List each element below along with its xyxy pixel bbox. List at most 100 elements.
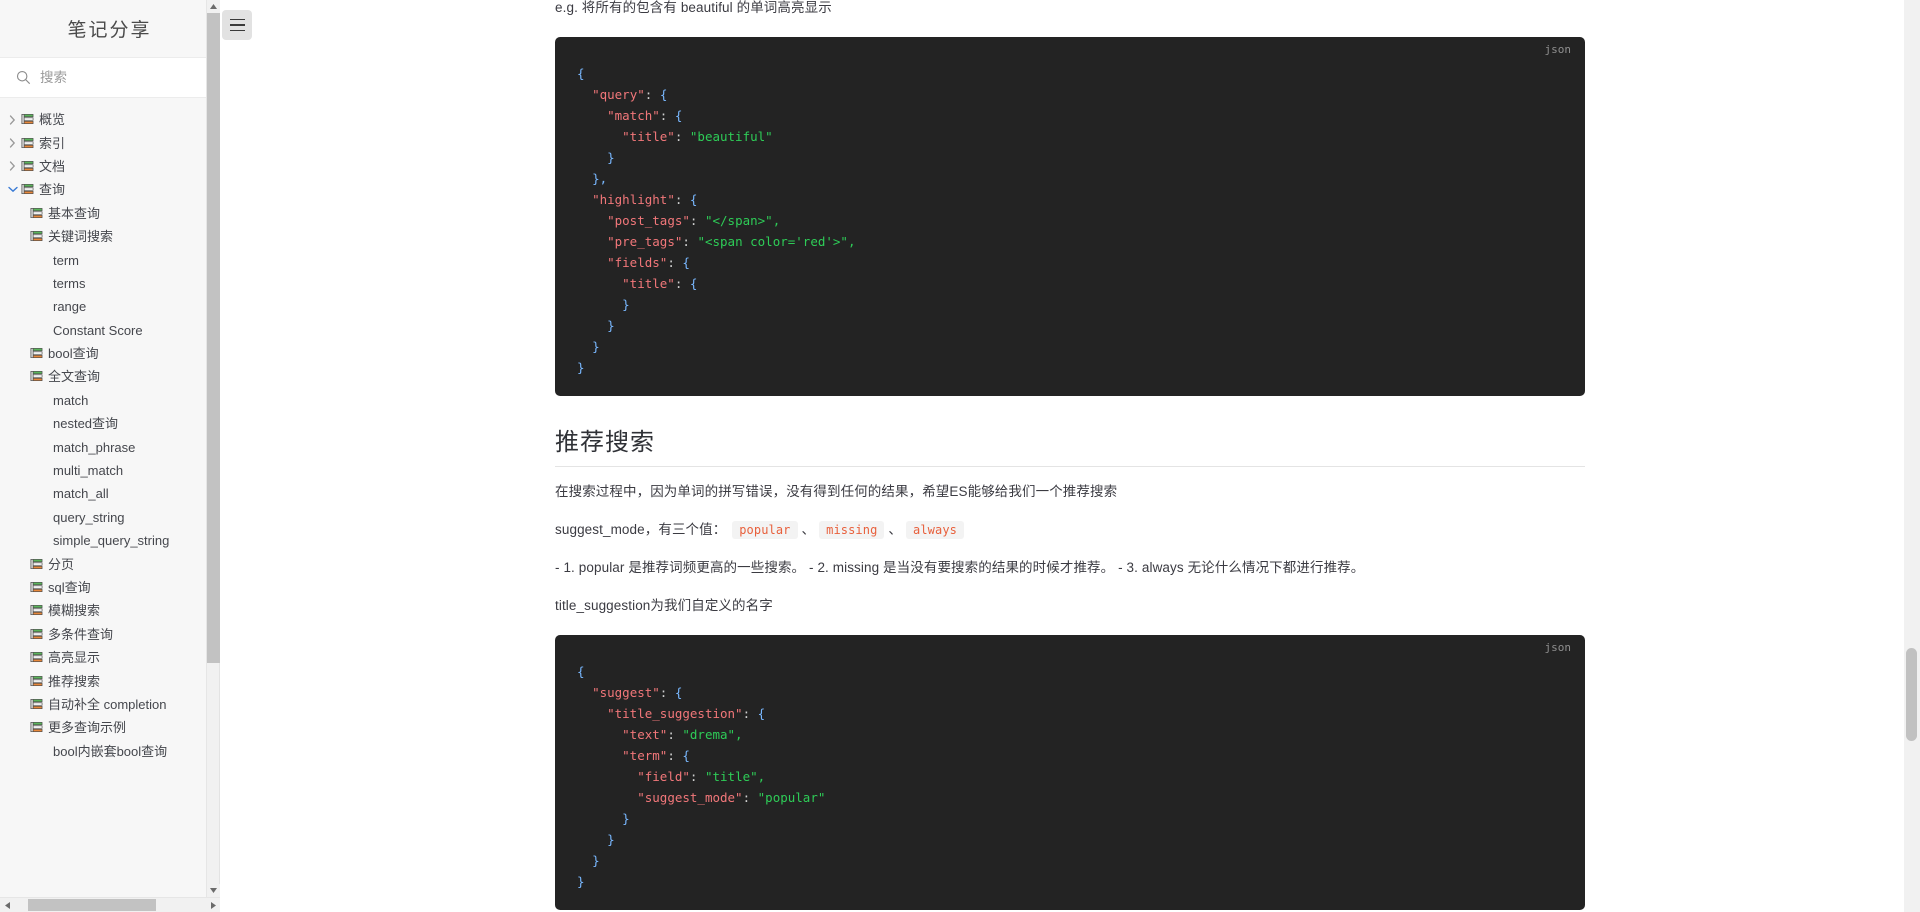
app-root: 笔记分享 概览索引文档查询基本查询关键词搜索 term terms range Cons… [0,0,1920,912]
page-scrollbar[interactable] [1904,0,1920,912]
sidebar-item-label: match [53,392,89,408]
sidebar-item-6[interactable]: term [0,248,219,271]
chevron-right-icon [9,138,16,148]
code-token: : [674,128,690,144]
book-icon [30,699,43,709]
chevron-down-icon[interactable] [4,186,21,193]
sidebar-item-7[interactable]: terms [0,272,219,295]
code-token: "post_tags" [607,212,690,228]
sidebar: 笔记分享 概览索引文档查询基本查询关键词搜索 term terms range Cons… [0,0,220,912]
code-token: } [607,831,615,847]
sidebar-item-5[interactable]: 关键词搜索 [0,225,219,248]
scroll-left-arrow-icon[interactable] [0,898,14,912]
code-token: "popular" [757,789,826,805]
sidebar-item-18[interactable]: simple_query_string [0,529,219,552]
book-icon [30,558,43,569]
search-input[interactable] [40,70,203,85]
book-icon [30,652,43,663]
sidebar-item-19[interactable]: 分页 [0,552,219,575]
code-content-1[interactable]: { "query": { "match": { "title": "beauti… [555,63,1585,378]
chevron-right-icon[interactable] [4,138,21,148]
sidebar-toggle-button[interactable] [222,10,252,40]
code-token: "title", [704,768,766,784]
sidebar-vertical-scrollbar[interactable] [206,0,220,897]
sidebar-item-1[interactable]: 索引 [0,131,219,154]
sidebar-item-21[interactable]: 模糊搜索 [0,599,219,622]
book-icon [30,628,43,639]
book-icon [30,722,43,733]
book-icon [30,582,43,593]
sidebar-item-17[interactable]: query_string [0,506,219,529]
sidebar-hscroll-track[interactable] [14,898,206,912]
sidebar-item-25[interactable]: 自动补全 completion [0,693,219,716]
sidebar-item-15[interactable]: multi_match [0,459,219,482]
list-separator: 、 [888,521,903,537]
sidebar-item-label: 模糊搜索 [48,603,101,619]
sidebar-item-13[interactable]: nested查询 [0,412,219,435]
sidebar-item-24[interactable]: 推荐搜索 [0,669,219,692]
sidebar-item-0[interactable]: 概览 [0,108,219,131]
sidebar-item-label: 分页 [48,556,75,572]
code-token: { [682,254,690,270]
sidebar-title: 笔记分享 [0,0,219,58]
chevron-right-icon[interactable] [4,115,21,125]
code-block-highlight: json { "query": { "match": { "title": "b… [555,36,1585,396]
section-heading-suggest: 推荐搜索 [555,422,1585,467]
sidebar-item-10[interactable]: bool查询 [0,342,219,365]
sidebar-item-9[interactable]: Constant Score [0,319,219,342]
sidebar-item-20[interactable]: sql查询 [0,576,219,599]
scroll-up-arrow-icon[interactable] [207,0,220,13]
sidebar-item-3[interactable]: 查询 [0,178,219,201]
sidebar-item-8[interactable]: range [0,295,219,318]
scroll-right-arrow-icon[interactable] [206,898,220,912]
sidebar-scroll-thumb[interactable] [207,13,220,663]
book-icon [21,161,34,171]
sidebar-item-label: 高亮显示 [48,650,101,666]
sidebar-item-label: terms [53,275,86,291]
sidebar-horizontal-scrollbar[interactable] [0,897,220,912]
sidebar-item-label: 推荐搜索 [48,673,101,689]
sidebar-item-16[interactable]: match_all [0,482,219,505]
sidebar-hscroll-thumb[interactable] [28,899,156,911]
code-token: : [742,789,758,805]
book-icon [21,184,34,195]
sidebar-item-4[interactable]: 基本查询 [0,202,219,225]
book-icon [30,231,43,242]
code-token: { [689,191,698,207]
code-content-2[interactable]: { "suggest": { "title_suggestion": { "te… [555,661,1585,892]
code-token: "term" [622,747,668,763]
code-token: } [592,338,600,354]
sidebar-item-23[interactable]: 高亮显示 [0,646,219,669]
inline-code-always: always [906,520,964,539]
sidebar-item-26[interactable]: 更多查询示例 [0,716,219,739]
code-token: "match" [607,107,660,123]
code-token: } [592,852,600,868]
suggest-mode-badges: popular、 missing、 always [730,520,966,539]
chevron-right-icon[interactable] [4,161,21,172]
code-token: "title_suggestion" [607,705,743,721]
paragraph-suggest-intro: 在搜索过程中，因为单词的拼写错误，没有得到任何的结果，希望ES能够给我们一个推荐… [555,483,1118,499]
code-token: : [667,747,683,763]
sidebar-item-2[interactable]: 文档 [0,155,219,178]
sidebar-item-22[interactable]: 多条件查询 [0,623,219,646]
page-scroll-thumb[interactable] [1906,648,1917,741]
paragraph-suggest-modes: suggest_mode，有三个值： popular、 missing、 alway… [555,518,1585,543]
sidebar-item-14[interactable]: match_phrase [0,435,219,458]
sidebar-item-27[interactable]: bool内嵌套bool查询 [0,740,219,763]
sidebar-item-11[interactable]: 全文查询 [0,365,219,388]
code-token: { [682,747,690,763]
paragraph-bullets: - 1. popular 是推荐词频更高的一些搜索。 - 2. missing … [555,559,1365,575]
code-token: "beautiful" [689,128,773,144]
sidebar-item-label: range [53,299,87,315]
code-token: { [689,275,698,291]
sidebar-item-12[interactable]: match [0,389,219,412]
scroll-down-arrow-icon[interactable] [207,884,220,897]
sidebar-item-label: 多条件查询 [48,626,114,642]
search-box[interactable] [0,58,219,98]
